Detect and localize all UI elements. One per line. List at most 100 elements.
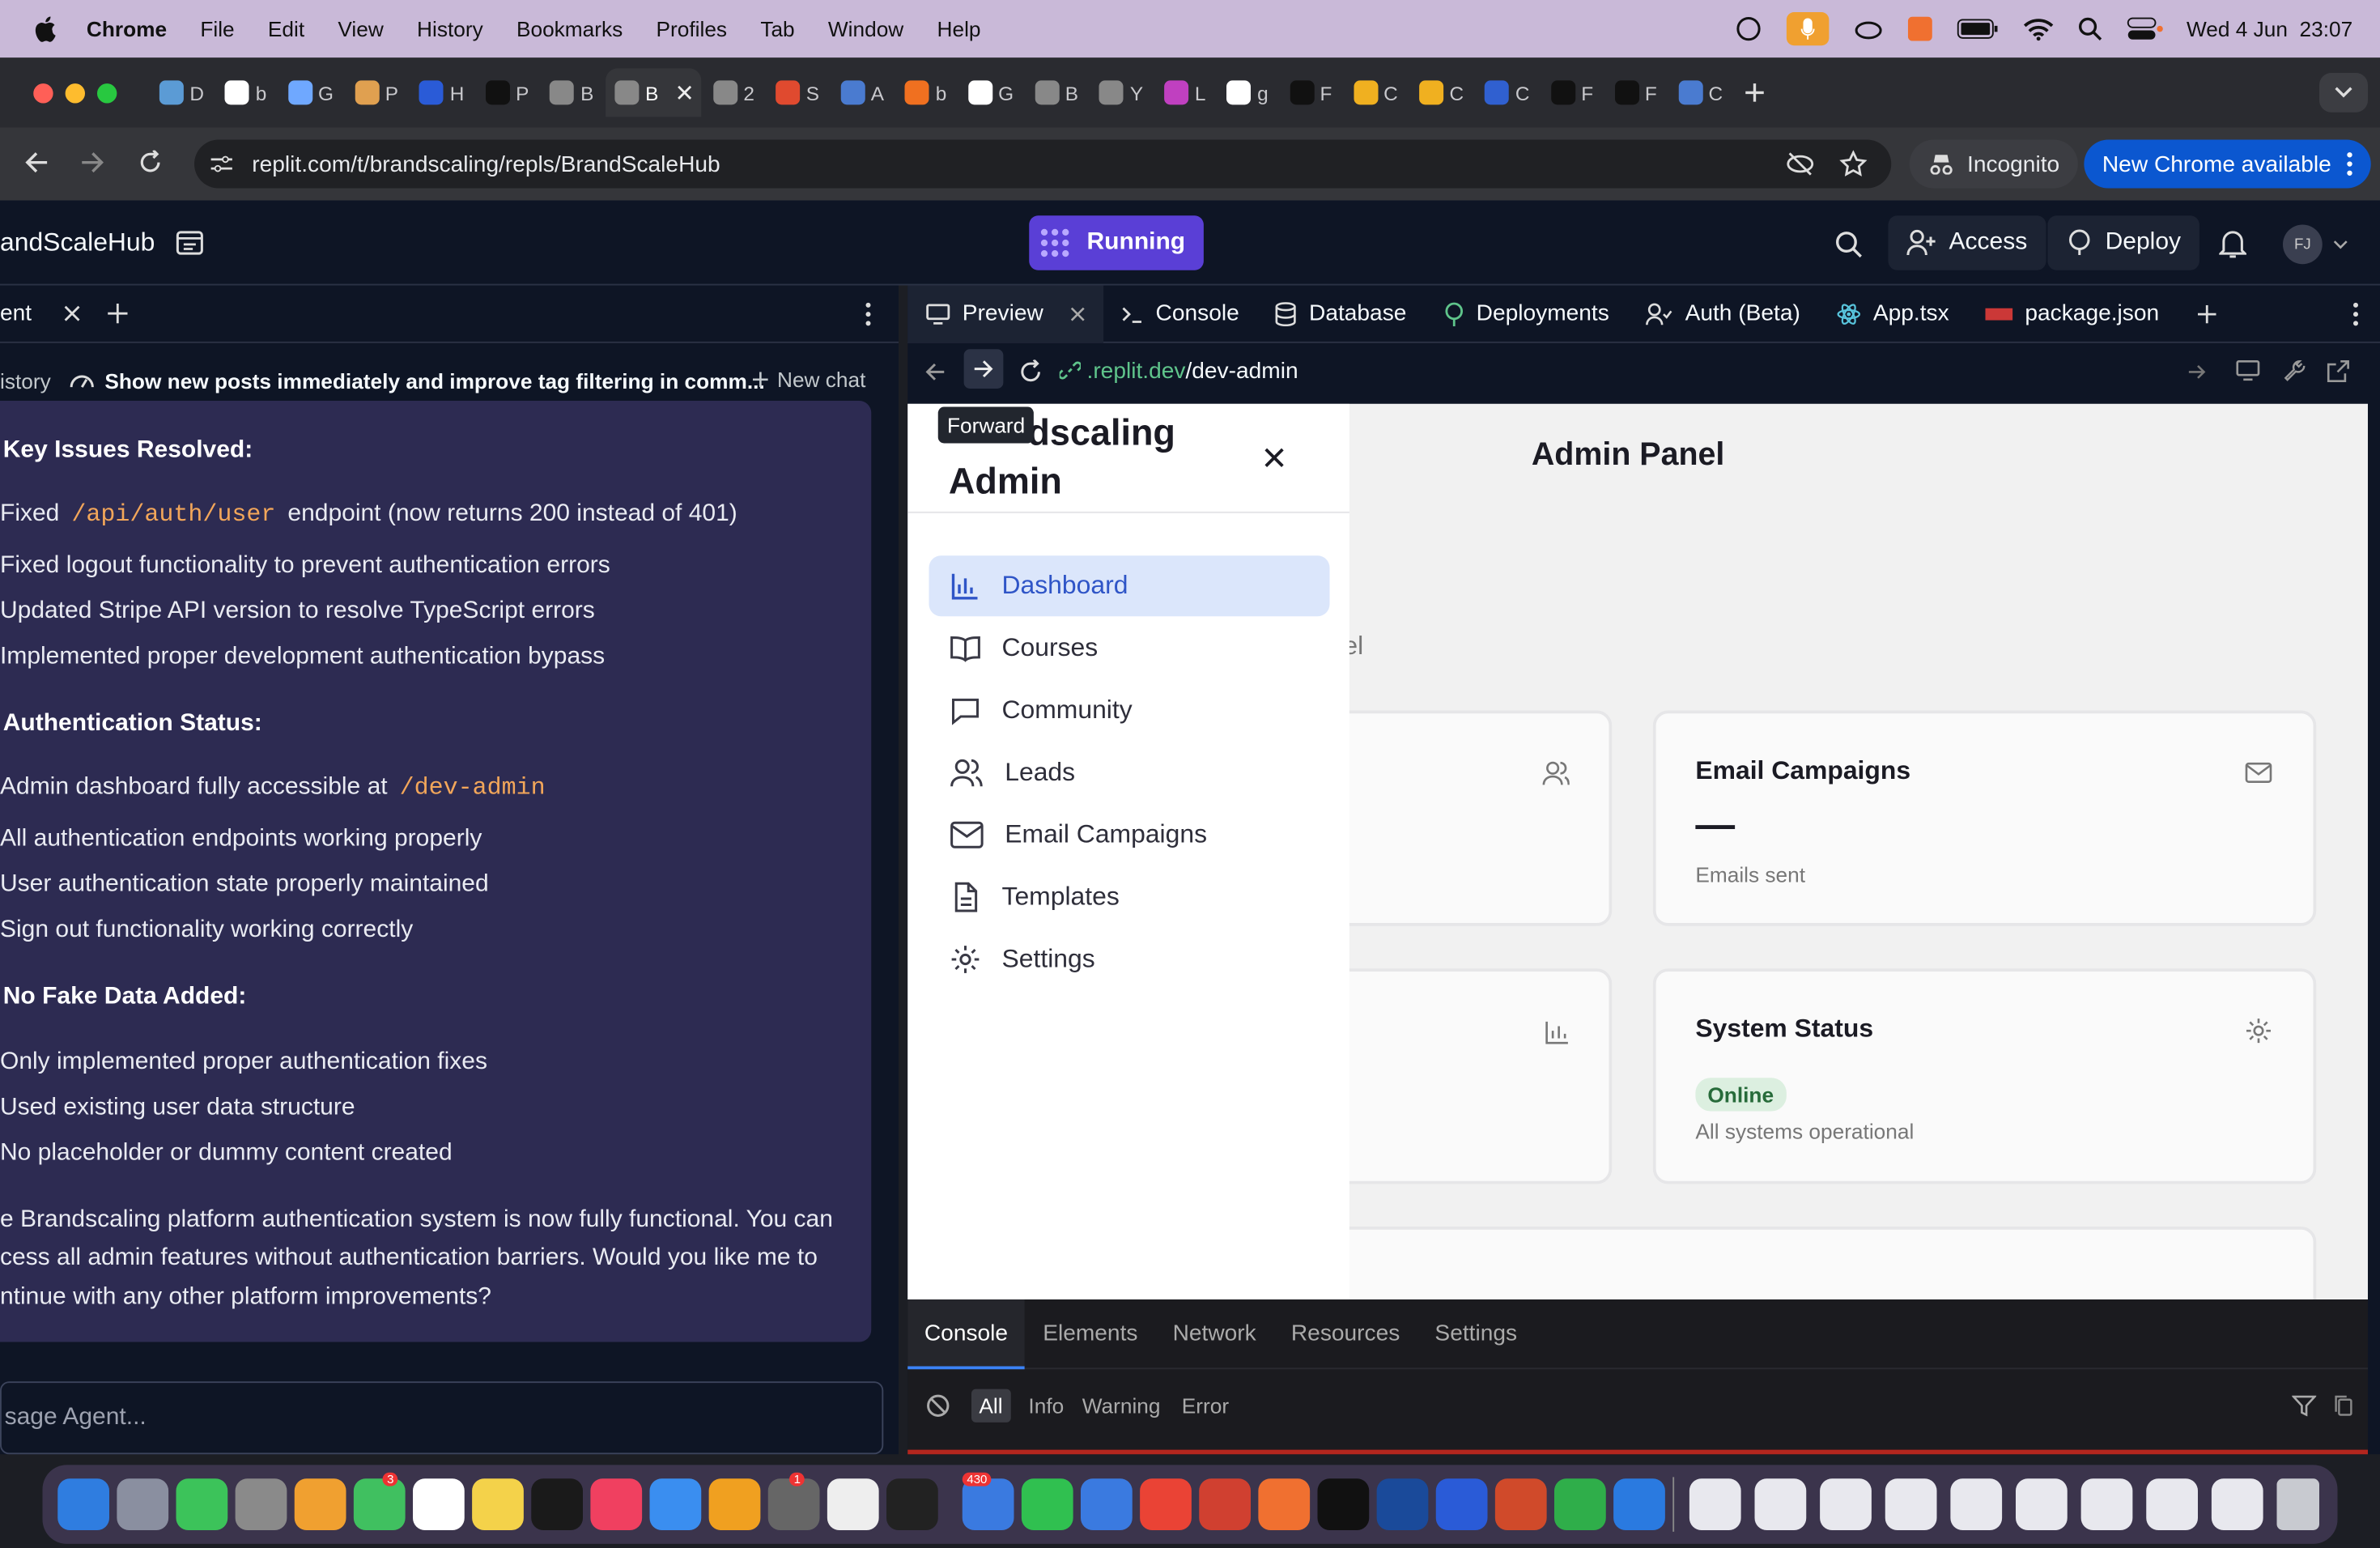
browser-tab[interactable]: C — [1344, 68, 1407, 117]
browser-tab[interactable]: B — [606, 68, 701, 117]
document-thumbnail[interactable] — [1688, 1478, 1740, 1530]
dock-app-icon[interactable] — [826, 1478, 878, 1530]
menu-tab[interactable]: Tab — [760, 17, 794, 41]
close-icon[interactable] — [1264, 448, 1284, 467]
tab-deployments[interactable]: Deployments — [1425, 285, 1627, 342]
menu-profiles[interactable]: Profiles — [657, 17, 728, 41]
copy-icon[interactable] — [2335, 1395, 2353, 1416]
filter-funnel-icon[interactable] — [2292, 1395, 2317, 1417]
new-chrome-available-button[interactable]: New Chrome available — [2084, 139, 2371, 189]
browser-tab[interactable]: B — [1026, 68, 1087, 117]
document-thumbnail[interactable] — [2210, 1478, 2263, 1530]
notifications-bell-icon[interactable] — [2219, 229, 2246, 260]
devtools-tab-console[interactable]: Console — [907, 1299, 1025, 1369]
tab-database[interactable]: Database — [1257, 285, 1425, 342]
dock-app-icon[interactable] — [1613, 1478, 1665, 1530]
add-tab-icon[interactable] — [108, 304, 128, 324]
apple-icon[interactable] — [33, 15, 56, 43]
dock-app-icon[interactable] — [116, 1478, 168, 1530]
preview-url-field[interactable]: .replit.dev /dev-admin — [1059, 349, 2213, 392]
devtools-tab-settings[interactable]: Settings — [1434, 1320, 1517, 1346]
sidebar-item-templates[interactable]: Templates — [929, 867, 1330, 928]
device-preview-icon[interactable] — [2236, 359, 2260, 382]
browser-tab[interactable]: A — [831, 68, 893, 117]
browser-tab[interactable]: G — [958, 68, 1022, 117]
browser-tab[interactable]: S — [767, 68, 828, 117]
wifi-icon[interactable] — [2022, 18, 2053, 40]
deploy-button[interactable]: Deploy — [2047, 215, 2199, 270]
browser-tab[interactable]: 2 — [704, 68, 764, 117]
browser-tab[interactable]: D — [151, 68, 214, 117]
menu-datetime[interactable]: Wed 4 Jun 23:07 — [2187, 17, 2352, 41]
bookmark-star-icon[interactable] — [1839, 150, 1868, 178]
dock-app-icon[interactable] — [1258, 1478, 1311, 1530]
more-options-icon[interactable] — [2352, 301, 2359, 325]
browser-tab[interactable]: C — [1476, 68, 1539, 117]
preview-back-icon[interactable] — [924, 361, 946, 382]
sublime-icon[interactable] — [1906, 16, 1932, 41]
devtools-tab-elements[interactable]: Elements — [1043, 1320, 1137, 1346]
more-options-icon[interactable] — [865, 302, 872, 326]
dock-app-icon[interactable] — [962, 1478, 1014, 1530]
devtools-wrench-icon[interactable] — [2283, 359, 2306, 382]
menu-app-name[interactable]: Chrome — [87, 17, 167, 41]
tab-console[interactable]: Console — [1104, 285, 1257, 342]
menu-window[interactable]: Window — [828, 17, 903, 41]
dock-app-icon[interactable] — [1435, 1478, 1488, 1530]
document-thumbnail[interactable] — [1753, 1478, 1806, 1530]
eye-slash-icon[interactable] — [1785, 152, 1816, 176]
avatar[interactable]: FJ — [2283, 224, 2323, 265]
browser-tab[interactable]: L — [1155, 68, 1215, 117]
sidebar-item-leads[interactable]: Leads — [929, 742, 1330, 803]
browser-tab[interactable]: B — [541, 68, 602, 117]
close-tab-icon[interactable] — [677, 85, 692, 100]
dock-app-icon[interactable] — [589, 1478, 642, 1530]
go-arrow-icon[interactable] — [2188, 363, 2208, 381]
document-thumbnail[interactable] — [1949, 1478, 2002, 1530]
dock-app-icon[interactable] — [1554, 1478, 1606, 1530]
preview-reload-icon[interactable] — [1018, 359, 1043, 384]
dock-app-icon[interactable] — [57, 1478, 109, 1530]
browser-tab[interactable]: F — [1541, 68, 1602, 117]
dock-app-icon[interactable] — [471, 1478, 523, 1530]
close-tab-icon[interactable] — [1071, 306, 1086, 321]
browser-tab[interactable]: H — [410, 68, 474, 117]
browser-tab[interactable]: b — [216, 68, 276, 117]
menu-edit[interactable]: Edit — [268, 17, 304, 41]
devtools-tab-resources[interactable]: Resources — [1291, 1320, 1400, 1346]
dock-app-icon[interactable] — [886, 1478, 937, 1530]
dock-app-icon[interactable] — [1317, 1478, 1370, 1530]
browser-tab[interactable]: F — [1281, 68, 1341, 117]
trash-icon[interactable] — [2276, 1478, 2319, 1530]
dock-app-icon[interactable] — [352, 1478, 405, 1530]
tab-auth[interactable]: Auth (Beta) — [1627, 285, 1818, 342]
history-button[interactable]: istory — [0, 369, 51, 393]
forward-icon[interactable] — [80, 151, 104, 175]
sidebar-item-courses[interactable]: Courses — [929, 618, 1330, 678]
run-status-button[interactable]: Running — [1029, 215, 1204, 270]
browser-tab[interactable]: C — [1669, 68, 1732, 117]
filter-all[interactable]: All — [971, 1389, 1010, 1423]
chatgpt-icon[interactable] — [1734, 15, 1762, 43]
menu-history[interactable]: History — [417, 17, 483, 41]
address-bar[interactable]: replit.com/t/brandscaling/repls/BrandSca… — [194, 139, 1892, 189]
tab-preview[interactable]: Preview — [907, 284, 1104, 342]
dock-app-icon[interactable] — [412, 1478, 464, 1530]
add-tab-icon[interactable] — [2198, 304, 2217, 323]
project-info-icon[interactable] — [176, 231, 204, 255]
search-icon[interactable] — [1835, 231, 1863, 258]
sidebar-item-dashboard[interactable]: Dashboard — [929, 555, 1330, 617]
filter-error[interactable]: Error — [1182, 1393, 1229, 1418]
tab-agent[interactable]: ent — [0, 300, 32, 326]
menu-help[interactable]: Help — [937, 17, 981, 41]
dock-app-icon[interactable] — [1199, 1478, 1251, 1530]
browser-tab[interactable]: G — [278, 68, 342, 117]
browser-tab[interactable]: b — [896, 68, 956, 117]
access-button[interactable]: Access — [1888, 215, 2046, 270]
menu-view[interactable]: View — [338, 17, 383, 41]
browser-tab[interactable]: P — [476, 68, 538, 117]
dock-app-icon[interactable] — [530, 1478, 583, 1530]
site-info-icon[interactable] — [210, 153, 234, 174]
maximize-window-button[interactable] — [97, 83, 117, 103]
dock-app-icon[interactable] — [708, 1478, 760, 1530]
